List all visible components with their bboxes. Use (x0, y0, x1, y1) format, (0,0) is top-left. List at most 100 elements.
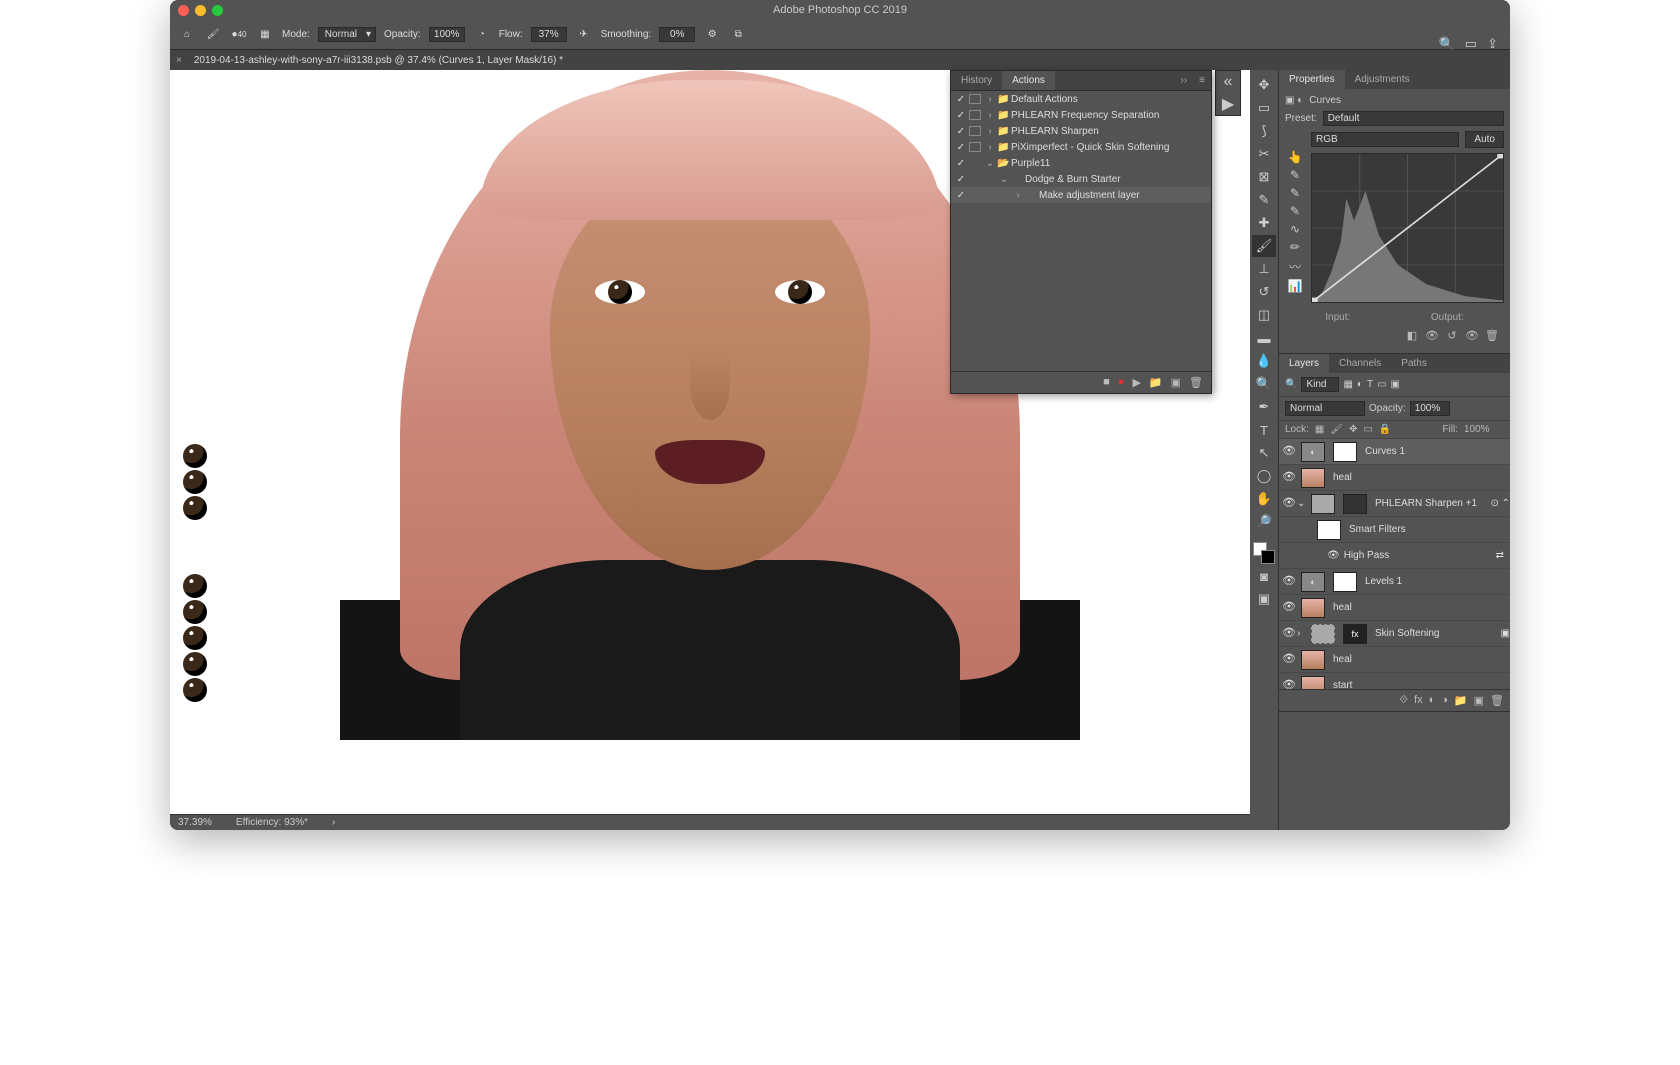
dialog-toggle-icon[interactable] (969, 142, 981, 152)
smooth-icon[interactable]: 〰 (1289, 258, 1301, 275)
filter-kind-select[interactable]: Kind (1301, 377, 1339, 392)
layer-row[interactable]: 👁◐Levels 1 (1279, 569, 1510, 595)
crop-tool-icon[interactable]: ✂ (1252, 143, 1276, 165)
check-icon[interactable]: ✓ (955, 174, 967, 185)
lock-trans-icon[interactable]: ▦ (1315, 424, 1324, 435)
gear-icon[interactable]: ⚙ (703, 26, 721, 44)
layer-row[interactable]: 👁◐Curves 1 (1279, 439, 1510, 465)
hand-sampler-icon[interactable]: 👆 (1288, 150, 1303, 164)
action-row[interactable]: ✓⌄Dodge & Burn Starter (951, 171, 1211, 187)
lock-all-icon[interactable]: 🔒 (1379, 424, 1391, 435)
brush-panel-icon[interactable]: ▦ (256, 26, 274, 44)
preset-select[interactable]: Default (1323, 111, 1504, 126)
layer-row[interactable]: 👁start (1279, 673, 1510, 689)
heal-tool-icon[interactable]: ✚ (1252, 212, 1276, 234)
dialog-toggle-icon[interactable] (969, 158, 981, 168)
brush-tool-icon[interactable]: 🖌 (1252, 235, 1276, 257)
action-row[interactable]: ✓⌄📂Purple11 (951, 155, 1211, 171)
eye-icon[interactable]: 👁 (1281, 626, 1297, 642)
color-swatches[interactable] (1253, 542, 1275, 564)
symmetry-icon[interactable]: ⧉ (729, 26, 747, 44)
eye-icon[interactable]: 👁 (1281, 678, 1297, 690)
fx-icon[interactable]: fx (1414, 694, 1423, 707)
expand-icon[interactable]: › (985, 110, 995, 121)
close-tab-icon[interactable]: × (176, 55, 182, 66)
layer-row[interactable]: 👁›fxSkin Softening▣ (1279, 621, 1510, 647)
zoom-tool-icon[interactable]: 🔎 (1252, 511, 1276, 533)
delete-layer-icon[interactable]: 🗑 (1490, 694, 1504, 707)
eye-icon[interactable]: 👁 (1281, 444, 1297, 460)
lock-artboard-icon[interactable]: ▭ (1363, 424, 1372, 435)
action-row[interactable]: ✓›Make adjustment layer (951, 187, 1211, 203)
dodge-tool-icon[interactable]: 🔍 (1252, 373, 1276, 395)
clip-icon[interactable]: ◧ (1404, 327, 1420, 343)
blend-mode-select[interactable]: Normal (318, 27, 376, 42)
filter-shape-icon[interactable]: ▭ (1377, 379, 1386, 390)
tab-adjustments[interactable]: Adjustments (1345, 70, 1420, 89)
collapse-icon[interactable]: « (1216, 71, 1240, 93)
pencil-icon[interactable]: ✏ (1290, 240, 1300, 254)
expand-icon[interactable]: › (1013, 190, 1023, 201)
group-icon[interactable]: 📁 (1454, 694, 1468, 707)
shape-tool-icon[interactable]: ◯ (1252, 465, 1276, 487)
action-row[interactable]: ✓›📁PHLEARN Frequency Separation (951, 107, 1211, 123)
brush-preset-icon[interactable]: ●40 (230, 26, 248, 44)
new-action-icon[interactable]: ▣ (1171, 376, 1181, 389)
action-row[interactable]: ✓›📁PHLEARN Sharpen (951, 123, 1211, 139)
frame-tool-icon[interactable]: ⊠ (1252, 166, 1276, 188)
lock-pos-icon[interactable]: ✥ (1349, 424, 1357, 435)
layer-row[interactable]: 👁High Pass⇄ (1279, 543, 1510, 569)
dialog-toggle-icon[interactable] (969, 110, 981, 120)
screenmode-icon[interactable]: ▣ (1252, 588, 1276, 610)
filter-smart-icon[interactable]: ▣ (1391, 379, 1400, 390)
link-icon[interactable]: ⟐ (1399, 694, 1408, 707)
dialog-toggle-icon[interactable] (969, 126, 981, 136)
eye-icon[interactable]: 👁 (1281, 652, 1297, 668)
fill-input[interactable]: 100% (1464, 424, 1504, 435)
dialog-toggle-icon[interactable] (969, 174, 981, 184)
histogram-icon[interactable]: 📊 (1288, 279, 1303, 293)
lock-pixel-icon[interactable]: 🖌 (1330, 424, 1343, 435)
tab-layers[interactable]: Layers (1279, 354, 1329, 373)
record-icon[interactable]: ● (1118, 376, 1125, 389)
blend-mode-select[interactable]: Normal (1285, 401, 1365, 416)
white-sampler-icon[interactable]: ✎ (1290, 168, 1300, 182)
opacity-input[interactable]: 100% (429, 27, 465, 42)
expand-icon[interactable]: › (985, 142, 995, 153)
toggle-visibility-icon[interactable]: 👁 (1464, 327, 1480, 343)
gray-sampler-icon[interactable]: ✎ (1290, 186, 1300, 200)
airbrush-icon[interactable]: ✈ (575, 26, 593, 44)
check-icon[interactable]: ✓ (955, 110, 967, 121)
check-icon[interactable]: ✓ (955, 190, 967, 201)
filter-opts-icon[interactable]: ⇄ (1496, 550, 1504, 561)
play-icon[interactable]: ▶ (1132, 376, 1140, 389)
mask-icon[interactable]: ◐ (1429, 694, 1436, 707)
filter-adj-icon[interactable]: ◐ (1357, 379, 1363, 390)
curve-point-icon[interactable]: ∿ (1290, 222, 1300, 236)
check-icon[interactable]: ✓ (955, 126, 967, 137)
layer-row[interactable]: 👁heal (1279, 647, 1510, 673)
panel-collapse-icon[interactable]: ›› (1174, 71, 1193, 90)
gradient-tool-icon[interactable]: ▬ (1252, 327, 1276, 349)
new-set-icon[interactable]: 📁 (1149, 376, 1163, 389)
smoothing-input[interactable]: 0% (659, 27, 695, 42)
tab-channels[interactable]: Channels (1329, 354, 1391, 373)
home-icon[interactable]: ⌂ (178, 26, 196, 44)
flow-input[interactable]: 37% (531, 27, 567, 42)
expand-icon[interactable]: › (985, 126, 995, 137)
share-icon[interactable]: ⇪ (1487, 36, 1498, 52)
layer-row[interactable]: 👁⌄PHLEARN Sharpen +1⊙ ⌃ (1279, 491, 1510, 517)
dialog-toggle-icon[interactable] (969, 94, 981, 104)
trash-icon[interactable]: 🗑 (1484, 327, 1500, 343)
zoom-level[interactable]: 37.39% (178, 817, 212, 828)
status-arrow-icon[interactable]: › (332, 817, 335, 828)
pen-tool-icon[interactable]: ✒ (1252, 396, 1276, 418)
stop-icon[interactable]: ■ (1103, 376, 1110, 389)
expand-icon[interactable]: ⌄ (999, 174, 1009, 185)
delete-action-icon[interactable]: 🗑 (1189, 376, 1203, 389)
panel-menu-icon[interactable]: ≡ (1193, 71, 1211, 90)
lasso-tool-icon[interactable]: ⟆ (1252, 120, 1276, 142)
path-tool-icon[interactable]: ↖ (1252, 442, 1276, 464)
eraser-tool-icon[interactable]: ◫ (1252, 304, 1276, 326)
filter-icon[interactable]: 🔍 (1285, 379, 1297, 390)
